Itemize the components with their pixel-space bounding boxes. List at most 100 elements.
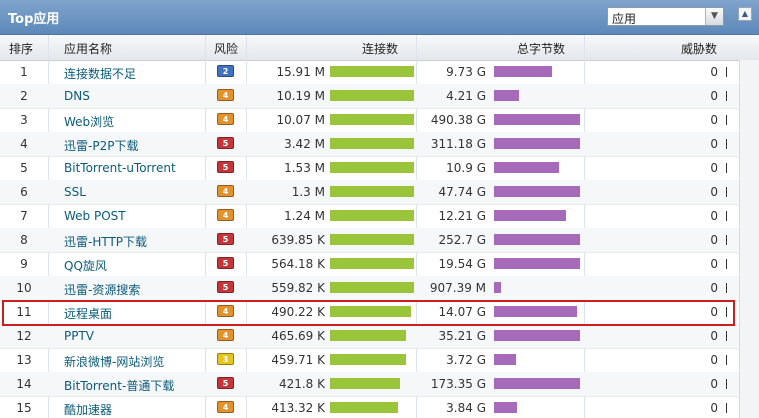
risk-level-badge: 4 [217,329,234,341]
connections-bar [330,210,414,221]
table-row[interactable]: 4 迅雷-P2P下载 5 3.42 M 311.18 G 0 [0,132,759,157]
threat-bar-marker [726,187,727,197]
total-bytes-bar [494,114,580,125]
total-bytes-bar [494,282,501,293]
rank-cell: 2 [20,89,28,103]
total-bytes-bar [494,402,517,413]
rank-cell: 4 [20,137,28,151]
threat-bar-marker [726,355,727,365]
app-name-link[interactable]: 迅雷-P2P下载 [64,137,138,154]
connections-value: 3.42 M [284,137,325,151]
app-name-link[interactable]: 酷加速器 [64,401,112,418]
table-row[interactable]: 5 BitTorrent-uTorrent 5 1.53 M 10.9 G 0 [0,156,759,181]
app-name-link[interactable]: SSL [64,185,86,199]
app-name-link[interactable]: QQ旋风 [64,257,107,274]
table-row[interactable]: 10 迅雷-资源搜索 5 559.82 K 907.39 M 0 [0,276,759,301]
connections-bar [330,162,414,173]
collapse-panel-icon[interactable]: ▲ [738,7,752,21]
total-bytes-bar [494,354,516,365]
table-row[interactable]: 3 Web浏览 4 10.07 M 490.38 G 0 [0,108,759,133]
rank-cell: 9 [20,257,28,271]
app-name-link[interactable]: 迅雷-HTTP下载 [64,233,147,250]
app-name-link[interactable]: PPTV [64,329,94,343]
header-threats[interactable]: 威胁数 [681,40,717,57]
risk-level-badge: 4 [217,113,234,125]
table-row[interactable]: 1 连接数据不足 2 15.91 M 9.73 G 0 [0,60,759,85]
connections-bar [330,234,414,245]
table-row[interactable]: 7 Web POST 4 1.24 M 12.21 G 0 [0,204,759,229]
threat-bar-marker [726,163,727,173]
app-name-link[interactable]: Web POST [64,209,126,223]
threats-value: 0 [710,209,718,223]
rank-cell: 5 [20,161,28,175]
connections-bar [330,90,414,101]
connections-value: 10.07 M [276,113,325,127]
table-row[interactable]: 13 新浪微博-网站浏览 3 459.71 K 3.72 G 0 [0,348,759,373]
threats-value: 0 [710,89,718,103]
category-select[interactable]: 应用 ▼ [607,7,724,26]
chevron-down-icon[interactable]: ▼ [705,8,723,25]
total-bytes-value: 907.39 M [429,281,486,295]
panel-titlebar: Top应用 应用 ▼ ▲ [0,0,759,35]
app-name-link[interactable]: DNS [64,89,90,103]
header-app-name[interactable]: 应用名称 [64,40,112,57]
total-bytes-bar [494,234,580,245]
total-bytes-value: 173.35 G [430,377,486,391]
app-name-link[interactable]: Web浏览 [64,113,114,130]
connections-value: 10.19 M [276,89,325,103]
rank-cell: 7 [20,209,28,223]
app-name-link[interactable]: BitTorrent-uTorrent [64,161,176,175]
table-row[interactable]: 6 SSL 4 1.3 M 47.74 G 0 [0,180,759,205]
total-bytes-bar [494,90,519,101]
total-bytes-bar [494,378,580,389]
table-row[interactable]: 2 DNS 4 10.19 M 4.21 G 0 [0,84,759,109]
total-bytes-value: 4.21 G [446,89,486,103]
vertical-scrollbar[interactable] [739,60,759,418]
header-risk[interactable]: 风险 [214,40,238,57]
connections-bar [330,402,398,413]
total-bytes-value: 12.21 G [438,209,486,223]
table-row[interactable]: 15 酷加速器 4 413.32 K 3.84 G 0 [0,396,759,418]
rank-cell: 10 [16,281,32,295]
connections-value: 559.82 K [271,281,325,295]
category-select-value: 应用 [612,12,637,26]
table-row[interactable]: 9 QQ旋风 5 564.18 K 19.54 G 0 [0,252,759,277]
threat-bar-marker [726,67,727,77]
total-bytes-value: 3.84 G [446,401,486,415]
connections-value: 413.32 K [271,401,325,415]
header-rank[interactable]: 排序 [9,40,33,57]
app-name-link[interactable]: 新浪微博-网站浏览 [64,353,164,370]
risk-level-badge: 5 [217,377,234,389]
risk-level-badge: 5 [217,137,234,149]
risk-level-badge: 5 [217,233,234,245]
total-bytes-value: 10.9 G [446,161,486,175]
connections-value: 15.91 M [276,65,325,79]
header-connections[interactable]: 连接数 [362,40,398,57]
header-total-bytes[interactable]: 总字节数 [517,40,565,57]
highlight-box [2,300,735,326]
table-row[interactable]: 12 PPTV 4 465.69 K 35.21 G 0 [0,324,759,349]
threats-value: 0 [710,329,718,343]
connections-bar [330,66,414,77]
connections-value: 564.18 K [271,257,325,271]
threat-bar-marker [726,139,727,149]
rank-cell: 15 [16,401,32,415]
table-row[interactable]: 14 BitTorrent-普通下载 5 421.8 K 173.35 G 0 [0,372,759,397]
connections-bar [330,138,414,149]
app-name-link[interactable]: 连接数据不足 [64,65,136,82]
total-bytes-value: 3.72 G [446,353,486,367]
risk-level-badge: 4 [217,185,234,197]
total-bytes-bar [494,66,552,77]
connections-bar [330,258,414,269]
threats-value: 0 [710,257,718,271]
threats-value: 0 [710,137,718,151]
risk-level-badge: 5 [217,257,234,269]
threats-value: 0 [710,65,718,79]
panel-title: Top应用 [8,12,60,27]
connections-value: 421.8 K [278,377,325,391]
app-name-link[interactable]: 迅雷-资源搜索 [64,281,140,298]
table-row[interactable]: 8 迅雷-HTTP下载 5 639.85 K 252.7 G 0 [0,228,759,253]
threats-value: 0 [710,161,718,175]
app-name-link[interactable]: BitTorrent-普通下载 [64,377,174,394]
threats-value: 0 [710,185,718,199]
